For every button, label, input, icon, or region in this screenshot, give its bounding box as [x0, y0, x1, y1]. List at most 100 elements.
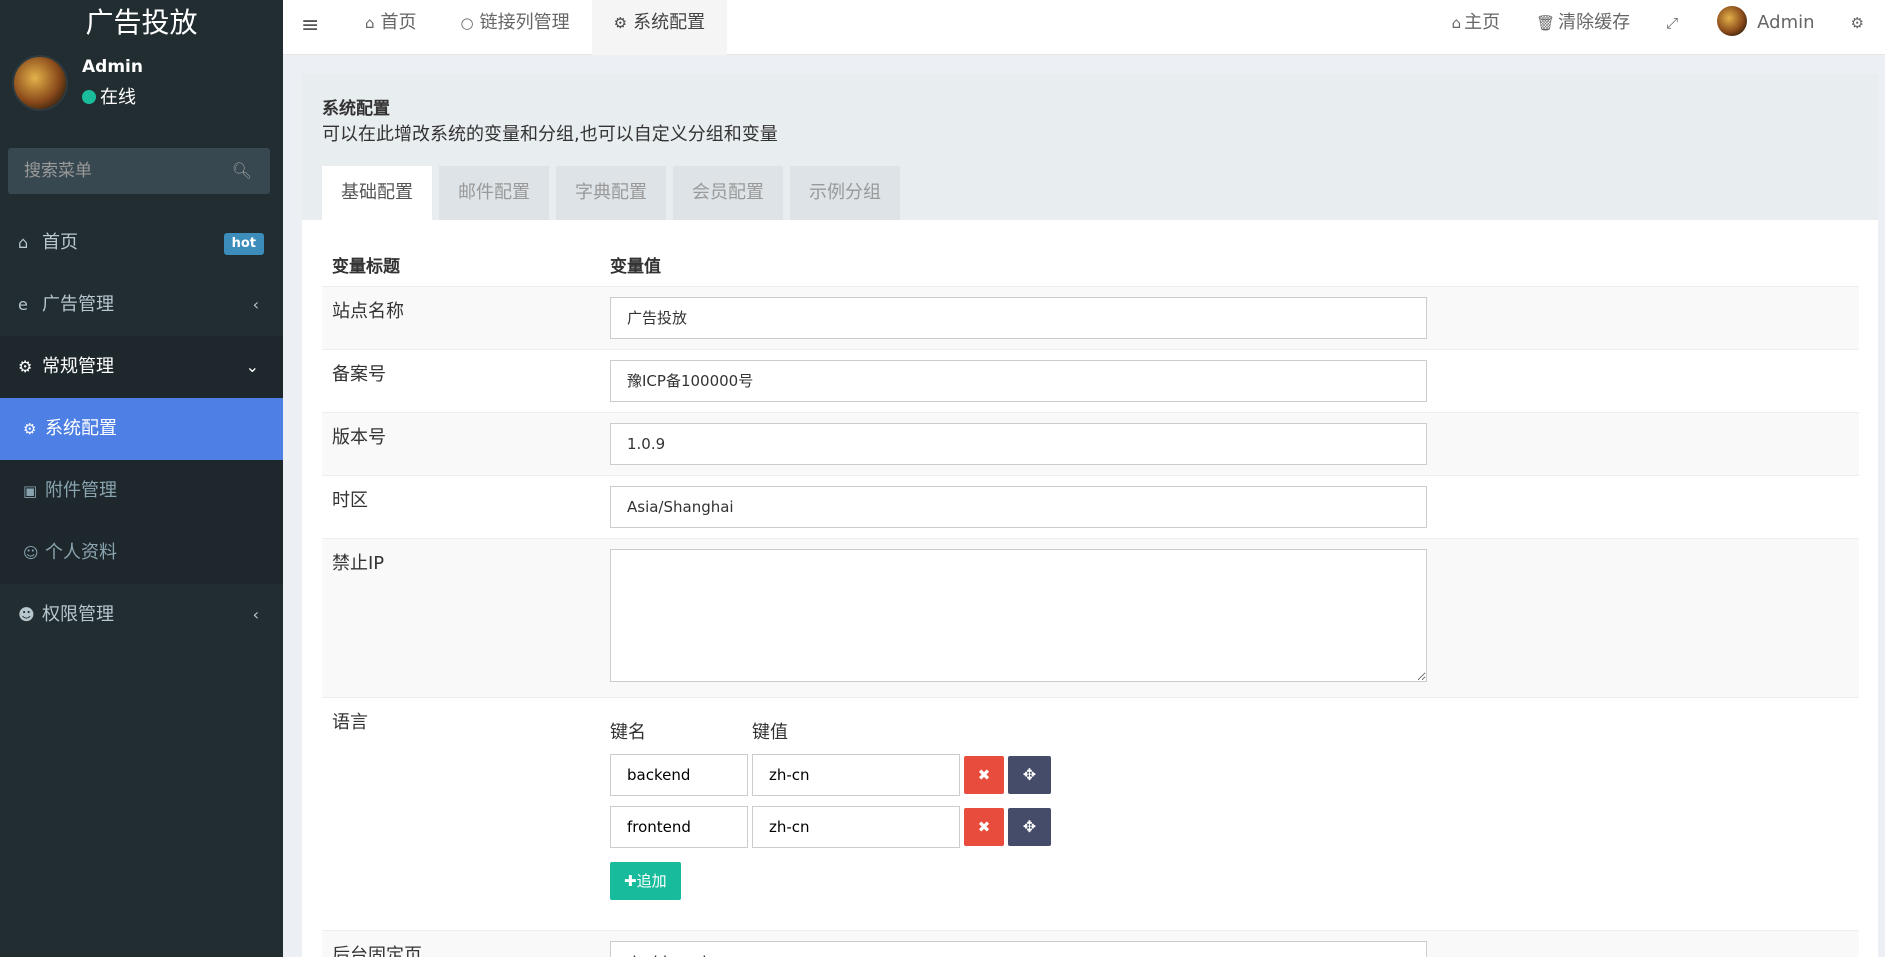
sidebar-item-attachments[interactable]: ▣ 附件管理	[0, 460, 283, 522]
circle-icon: ○	[460, 14, 474, 32]
drag-handle[interactable]: ✥	[1008, 807, 1051, 846]
home-icon: ⌂	[1451, 14, 1462, 32]
sidebar-search: 🔍︎	[8, 148, 270, 194]
column-header-value: 变量值	[610, 257, 661, 278]
search-icon[interactable]: 🔍︎	[232, 161, 252, 180]
sidebar-menu: ⌂ 首页 hot e 广告管理 ‹ ⚙ 常规管理 ⌄ ⚙ 系统配置 ▣ 附件管理 ☺ 个人资…	[0, 212, 283, 646]
sidebar-item-permissions[interactable]: ☻ 权限管理 ‹	[0, 584, 283, 646]
home-link-label: 主页	[1464, 12, 1501, 33]
panel-body: 变量标题 变量值 站点名称 备案号 版本号 时区	[302, 220, 1878, 957]
value-input[interactable]	[752, 805, 960, 848]
key-input[interactable]	[610, 805, 748, 848]
forbid-ip-textarea[interactable]	[610, 548, 1427, 682]
table-row: 站点名称	[322, 285, 1859, 349]
status-text: 在线	[100, 87, 136, 108]
row-label: 语言	[322, 696, 600, 930]
tab-example-group[interactable]: 示例分组	[790, 166, 900, 220]
tab-home[interactable]: ⌂ 首页	[343, 0, 439, 55]
fixed-page-input[interactable]	[610, 940, 1427, 957]
trash-icon: 🗑︎	[1536, 14, 1556, 32]
tab-label: 首页	[380, 12, 417, 33]
ie-icon: e	[18, 295, 28, 314]
tab-system-config[interactable]: ⚙ 系统配置	[591, 0, 728, 55]
home-link[interactable]: ⌂ 主页	[1434, 0, 1519, 45]
close-icon: ✖	[977, 766, 991, 784]
table-row: 备案号	[322, 348, 1859, 412]
avatar	[12, 55, 68, 111]
row-label: 站点名称	[322, 285, 600, 349]
avatar	[1717, 6, 1748, 36]
remove-button[interactable]: ✖	[964, 807, 1004, 846]
panel-heading: 系统配置 可以在此增改系统的变量和分组,也可以自定义分组和变量 基础配置 邮件配…	[302, 74, 1878, 220]
tab-email-config[interactable]: 邮件配置	[439, 166, 549, 220]
search-input[interactable]	[8, 148, 270, 194]
gear-icon: ⚙	[23, 420, 37, 438]
settings-button[interactable]: ⚙	[1833, 0, 1885, 45]
hot-badge: hot	[223, 233, 264, 255]
clear-cache-button[interactable]: 🗑︎ 清除缓存	[1518, 0, 1648, 45]
app-logo[interactable]: 广告投放	[0, 0, 283, 45]
sidebar-item-label: 广告管理	[42, 294, 114, 315]
user-menu-name: Admin	[1757, 12, 1815, 33]
main-content: 系统配置 可以在此增改系统的变量和分组,也可以自定义分组和变量 基础配置 邮件配…	[302, 74, 1878, 957]
sidebar-item-label: 权限管理	[42, 604, 114, 625]
tab-label: 系统配置	[633, 12, 706, 33]
user-icon: ☺	[23, 544, 39, 562]
user-menu[interactable]: Admin	[1699, 0, 1832, 45]
sidebar-item-label: 常规管理	[42, 356, 114, 377]
table-row: 后台固定页	[322, 929, 1859, 957]
kv-pair-row: ✖ ✥	[610, 753, 1849, 796]
table-row: 时区	[322, 474, 1859, 538]
chevron-left-icon: ‹	[252, 295, 259, 314]
move-icon: ✥	[1022, 818, 1037, 836]
kv-pair-row: ✖ ✥	[610, 805, 1849, 848]
hamburger-icon[interactable]: ≡	[301, 13, 319, 38]
home-icon: ⌂	[18, 233, 29, 252]
user-status: 在线	[82, 83, 136, 109]
fullscreen-button[interactable]: ⤢	[1648, 0, 1699, 45]
sidebar: 广告投放 Admin 在线 🔍︎ ⌂ 首页 hot e 广告管理 ‹ ⚙ 常规管理 ⌄…	[0, 0, 283, 957]
sidebar-item-system-config[interactable]: ⚙ 系统配置	[0, 398, 283, 460]
tab-label: 链接列管理	[479, 12, 570, 33]
key-input[interactable]	[610, 753, 748, 796]
sidebar-item-label: 首页	[42, 232, 78, 253]
user-name: Admin	[82, 57, 143, 77]
value-input[interactable]	[752, 753, 960, 796]
config-tabs: 基础配置 邮件配置 字典配置 会员配置 示例分组	[322, 166, 907, 220]
append-button[interactable]: ✚追加	[610, 861, 681, 900]
move-icon: ✥	[1022, 766, 1037, 784]
users-icon: ☻	[18, 605, 35, 624]
tab-basic-config[interactable]: 基础配置	[322, 166, 432, 220]
submenu-general: ⚙ 系统配置 ▣ 附件管理 ☺ 个人资料	[0, 398, 283, 584]
sidebar-item-ads[interactable]: e 广告管理 ‹	[0, 274, 283, 336]
beian-input[interactable]	[610, 359, 1427, 402]
timezone-input[interactable]	[610, 485, 1427, 528]
site-name-input[interactable]	[610, 296, 1427, 339]
row-label: 版本号	[322, 411, 600, 475]
tab-dictionary-config[interactable]: 字典配置	[556, 166, 666, 220]
config-table: 变量标题 变量值 站点名称 备案号 版本号 时区	[322, 244, 1859, 957]
row-label: 时区	[322, 474, 600, 538]
sidebar-item-general[interactable]: ⚙ 常规管理 ⌄	[0, 336, 283, 398]
append-label: 追加	[636, 872, 667, 890]
sidebar-item-label: 系统配置	[45, 418, 117, 439]
column-header-title: 变量标题	[332, 257, 400, 278]
row-label: 禁止IP	[322, 537, 600, 697]
row-label: 后台固定页	[322, 929, 600, 957]
sidebar-item-home[interactable]: ⌂ 首页 hot	[0, 212, 283, 274]
drag-handle[interactable]: ✥	[1008, 755, 1051, 794]
home-icon: ⌂	[365, 14, 375, 32]
tab-member-config[interactable]: 会员配置	[673, 166, 783, 220]
plus-icon: ✚	[624, 872, 637, 890]
table-row: 禁止IP	[322, 537, 1859, 697]
remove-button[interactable]: ✖	[964, 755, 1004, 794]
gear-icon: ⚙	[613, 14, 628, 32]
nav-tabs: ⌂ 首页 ○ 链接列管理 ⚙ 系统配置	[343, 0, 728, 55]
sidebar-item-profile[interactable]: ☺ 个人资料	[0, 522, 283, 584]
user-panel: Admin 在线	[0, 45, 283, 137]
table-row: 语言 键名 键值 ✖ ✥	[322, 696, 1859, 930]
version-input[interactable]	[610, 422, 1427, 465]
tab-link-list[interactable]: ○ 链接列管理	[439, 0, 592, 55]
clear-cache-label: 清除缓存	[1558, 12, 1631, 33]
key-header: 键名	[610, 721, 646, 743]
